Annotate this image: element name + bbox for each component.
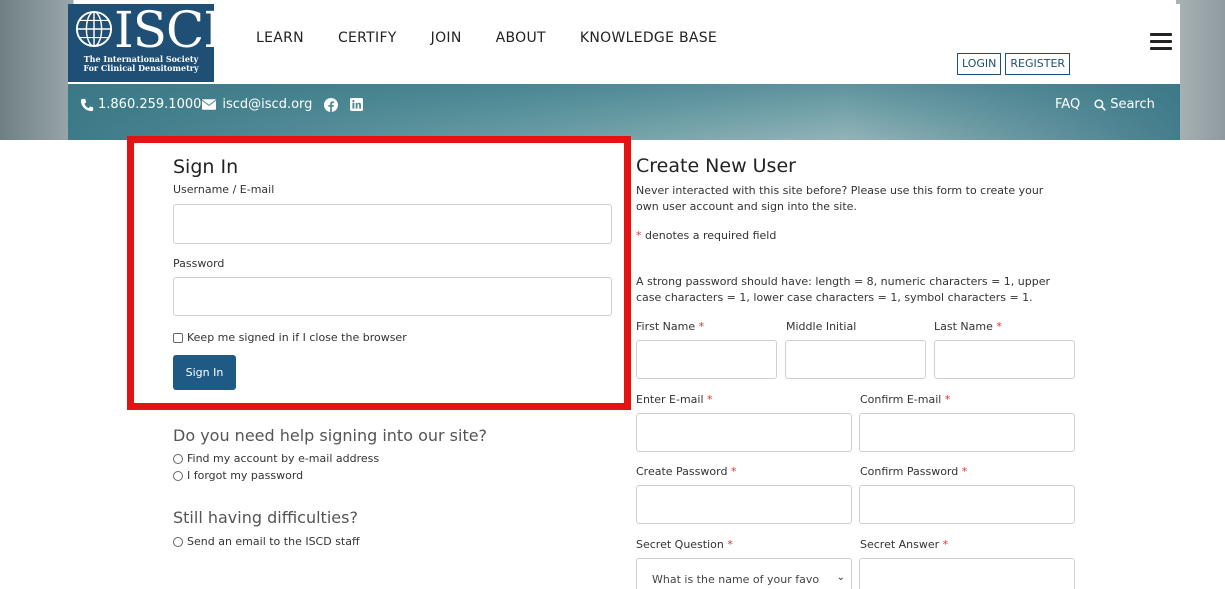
search-label: Search xyxy=(1110,97,1155,112)
globe-icon xyxy=(75,10,113,48)
create-password-input[interactable] xyxy=(636,485,852,524)
email-staff-radio[interactable] xyxy=(173,536,183,547)
auth-buttons: LOGIN REGISTER xyxy=(957,53,1071,75)
search-icon xyxy=(1094,98,1107,111)
facebook-icon[interactable] xyxy=(324,97,339,112)
secret-question-select[interactable]: What is the name of your favo ⌄ xyxy=(636,558,852,589)
username-label: Username / E-mail xyxy=(173,183,275,196)
iscd-logo[interactable]: ISCD The International Society For Clini… xyxy=(68,4,243,82)
find-account-radio[interactable] xyxy=(173,453,183,464)
forgot-password-option[interactable]: I forgot my password xyxy=(173,469,303,482)
nav-certify[interactable]: CERTIFY xyxy=(338,30,397,46)
email-staff-label: Send an email to the ISCD staff xyxy=(187,535,360,548)
confirm-email-input[interactable] xyxy=(859,413,1075,452)
first-name-input[interactable] xyxy=(636,340,777,379)
nav-about[interactable]: ABOUT xyxy=(496,30,546,46)
enter-email-input[interactable] xyxy=(636,413,852,452)
signin-title: Sign In xyxy=(173,156,239,178)
phone-number[interactable]: 1.860.259.1000 xyxy=(98,97,201,112)
secret-question-value: What is the name of your favo xyxy=(652,573,820,586)
email-link[interactable]: iscd@iscd.org xyxy=(222,97,312,112)
register-button[interactable]: REGISTER xyxy=(1005,53,1071,75)
keep-signed-in[interactable]: Keep me signed in if I close the browser xyxy=(173,331,407,344)
first-name-label: First Name * xyxy=(636,320,705,333)
hamburger-menu-icon[interactable] xyxy=(1150,33,1172,54)
chevron-down-icon: ⌄ xyxy=(836,572,845,583)
keep-signed-in-label: Keep me signed in if I close the browser xyxy=(187,331,407,344)
still-having-difficulties-title: Still having difficulties? xyxy=(173,508,358,527)
last-name-label: Last Name * xyxy=(934,320,1002,333)
nav-join[interactable]: JOIN xyxy=(431,30,462,46)
keep-signed-in-checkbox[interactable] xyxy=(173,332,183,343)
help-title: Do you need help signing into our site? xyxy=(173,426,488,445)
login-button[interactable]: LOGIN xyxy=(957,53,1002,75)
nav-learn[interactable]: LEARN xyxy=(256,30,304,46)
confirm-password-input[interactable] xyxy=(859,485,1075,524)
secret-answer-input[interactable] xyxy=(859,558,1075,589)
header-contact-band xyxy=(68,84,1180,140)
main-nav: LEARN CERTIFY JOIN ABOUT KNOWLEDGE BASE xyxy=(256,30,717,46)
enter-email-label: Enter E-mail * xyxy=(636,393,713,406)
contact-info: 1.860.259.1000 iscd@iscd.org xyxy=(80,97,367,112)
faq-link[interactable]: FAQ xyxy=(1055,97,1080,112)
create-user-intro: Never interacted with this site before? … xyxy=(636,184,1044,213)
logo-text: ISCD xyxy=(114,1,243,59)
secret-question-label: Secret Question * xyxy=(636,538,733,551)
forgot-password-label: I forgot my password xyxy=(187,469,304,482)
envelope-icon xyxy=(202,99,217,110)
middle-initial-input[interactable] xyxy=(785,340,926,379)
password-strength-hint: A strong password should have: length = … xyxy=(636,275,1051,304)
password-label: Password xyxy=(173,257,225,270)
search-link[interactable]: Search xyxy=(1094,97,1155,112)
create-user-title: Create New User xyxy=(636,155,796,177)
required-note: * denotes a required field xyxy=(636,229,777,242)
username-input[interactable] xyxy=(173,204,612,244)
middle-initial-label: Middle Initial xyxy=(786,320,857,333)
last-name-input[interactable] xyxy=(934,340,1075,379)
find-account-label: Find my account by e-mail address xyxy=(187,452,380,465)
find-account-option[interactable]: Find my account by e-mail address xyxy=(173,452,379,465)
forgot-password-radio[interactable] xyxy=(173,470,183,481)
create-password-label: Create Password * xyxy=(636,465,737,478)
linkedin-icon[interactable] xyxy=(350,98,364,111)
phone-icon xyxy=(80,98,94,111)
email-staff-option[interactable]: Send an email to the ISCD staff xyxy=(173,535,360,548)
sign-in-button[interactable]: Sign In xyxy=(173,355,236,390)
nav-knowledge-base[interactable]: KNOWLEDGE BASE xyxy=(580,30,717,46)
secret-answer-label: Secret Answer * xyxy=(860,538,949,551)
password-input[interactable] xyxy=(173,277,612,316)
logo-subtitle: The International Society For Clinical D… xyxy=(83,54,199,73)
confirm-password-label: Confirm Password * xyxy=(860,465,968,478)
header-utility-links: FAQ Search xyxy=(1055,97,1155,112)
confirm-email-label: Confirm E-mail * xyxy=(860,393,951,406)
